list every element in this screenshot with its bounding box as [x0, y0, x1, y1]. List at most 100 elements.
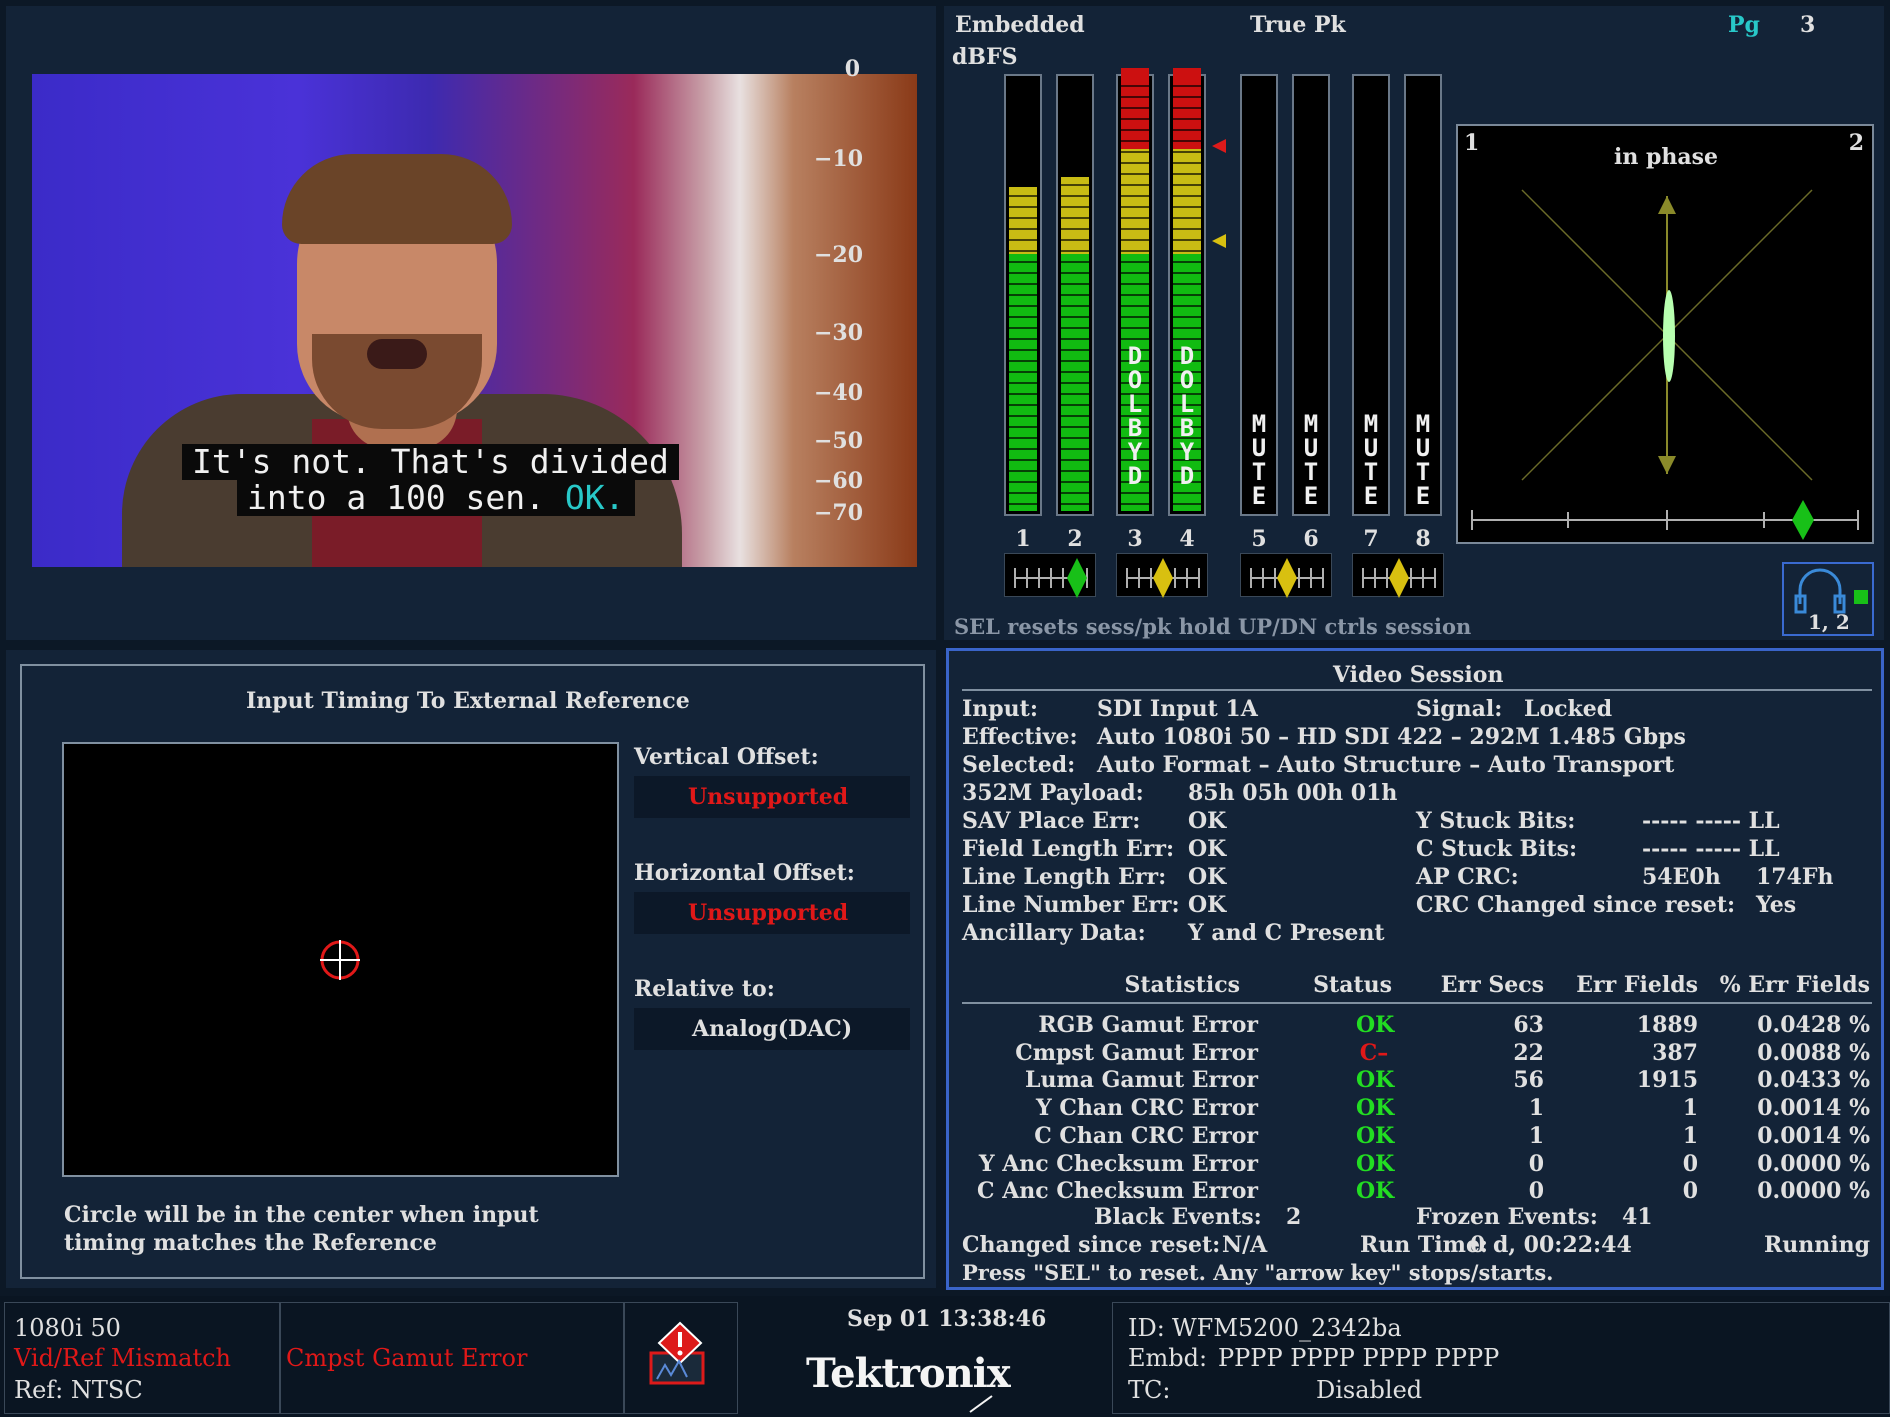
field-length-label: Field Length Err:: [962, 836, 1175, 862]
stat-status: C–: [1359, 1039, 1389, 1066]
dbfs-scale-tick: −10: [814, 146, 864, 172]
headphone-icon: [1794, 568, 1846, 614]
ap-crc-label: AP CRC:: [1416, 864, 1519, 890]
effective-value: Auto 1080i 50 – HD SDI 422 – 292M 1.485 …: [1097, 724, 1686, 750]
video-picture: It's not. That's divided into a 100 sen.…: [32, 74, 917, 567]
stat-name: Y Anc Checksum Error: [978, 1150, 1258, 1177]
headphone-channels: 1, 2: [1808, 610, 1850, 634]
pair-phase-bar: [1116, 553, 1208, 598]
stat-value: 1: [1682, 1095, 1698, 1122]
field-length-value: OK: [1188, 836, 1227, 862]
dolby-label: DOLBYD: [1179, 342, 1195, 490]
stat-value: 0.0000 %: [1757, 1150, 1870, 1177]
c-stuck-value: ----- ----- LL: [1642, 836, 1780, 862]
audio-footer-hint: SEL resets sess/pk hold UP/DN ctrls sess…: [954, 614, 1472, 639]
ancillary-value: Y and C Present: [1188, 920, 1385, 946]
stats-header: Statistics: [1124, 972, 1240, 998]
line-number-value: OK: [1188, 892, 1227, 918]
pair-phase-bar: [1352, 553, 1444, 598]
signal-label: Signal:: [1416, 696, 1503, 722]
channel-number: 3: [1127, 526, 1143, 552]
stat-value: 1: [1528, 1122, 1544, 1149]
vid-ref-mismatch: Vid/Ref Mismatch: [14, 1344, 231, 1372]
dolby-label: DOLBYD: [1127, 342, 1143, 490]
channel-number: 1: [1015, 526, 1031, 552]
audio-meter-8: MUTE: [1404, 74, 1442, 516]
run-time-value: 0 d, 00:22:44: [1470, 1232, 1632, 1258]
session-title: Video Session: [1333, 662, 1504, 688]
date-time: Sep 01 13:38:46: [847, 1306, 1047, 1332]
tc-label: TC:: [1128, 1376, 1171, 1404]
pair-phase-bar: [1240, 553, 1332, 598]
stat-value: 22: [1513, 1039, 1544, 1066]
y-stuck-value: ----- ----- LL: [1642, 808, 1780, 834]
audio-meter-6: MUTE: [1292, 74, 1330, 516]
stat-value: 0: [1528, 1150, 1544, 1177]
audio-meter-2: [1056, 74, 1094, 516]
session-title-rule: [962, 689, 1872, 691]
headphone-button[interactable]: 1, 2: [1782, 562, 1874, 636]
crc-changed-label: CRC Changed since reset:: [1416, 892, 1736, 918]
mute-label: MUTE: [1303, 410, 1319, 510]
dbfs-scale-tick: −60: [814, 468, 864, 494]
alarm-icon: [649, 1321, 705, 1385]
stat-value: 0.0433 %: [1757, 1067, 1870, 1094]
vertical-offset-label: Vertical Offset:: [634, 744, 819, 770]
page-label: Pg: [1728, 12, 1760, 38]
timing-display: [62, 742, 619, 1177]
stats-header: Err Secs: [1440, 972, 1544, 998]
stat-name: C Chan CRC Error: [1034, 1122, 1258, 1149]
channel-number: 8: [1415, 526, 1431, 552]
channel-number: 6: [1303, 526, 1319, 552]
selected-label: Selected:: [962, 752, 1076, 778]
pair-phase-bar: [1004, 553, 1096, 598]
stat-value: 1: [1528, 1095, 1544, 1122]
c-stuck-label: C Stuck Bits:: [1416, 836, 1578, 862]
stat-value: 0.0428 %: [1757, 1012, 1870, 1038]
id-value: WFM5200_2342ba: [1172, 1314, 1402, 1342]
reference-format: Ref: NTSC: [14, 1376, 143, 1404]
relative-to-label: Relative to:: [634, 976, 775, 1002]
audio-meter-3: DOLBYD: [1116, 68, 1154, 516]
audio-meter-4: DOLBYD: [1168, 68, 1206, 516]
stat-name: Y Chan CRC Error: [1036, 1095, 1258, 1122]
tektronix-logo: Tektronix: [806, 1350, 1011, 1397]
timing-circle-icon: [320, 940, 360, 980]
phase-label: in phase: [1614, 144, 1719, 170]
test-level-marker: [1212, 234, 1226, 248]
stat-value: 0.0088 %: [1757, 1039, 1870, 1066]
stat-value: 1915: [1636, 1067, 1698, 1094]
dbfs-scale-tick: −40: [814, 380, 864, 406]
audio-source: Embedded: [955, 12, 1085, 38]
stat-value: 0.0014 %: [1757, 1095, 1870, 1122]
stat-value: 1889: [1636, 1012, 1698, 1038]
headphone-active-indicator: [1854, 590, 1868, 604]
frozen-events-label: Frozen Events:: [1416, 1204, 1598, 1230]
peak-hold-marker: [1212, 139, 1226, 153]
horizontal-offset-label: Horizontal Offset:: [634, 860, 855, 886]
dbfs-scale-tick: 0: [844, 56, 860, 82]
line-length-value: OK: [1188, 864, 1227, 890]
status-box-alarm-icon[interactable]: [624, 1302, 738, 1414]
stat-value: 387: [1652, 1039, 1698, 1066]
dbfs-scale-tick: −50: [814, 428, 864, 454]
caption-line-1: It's not. That's divided: [182, 444, 679, 480]
session-state[interactable]: Running: [1764, 1232, 1870, 1258]
video-format: 1080i 50: [14, 1314, 121, 1342]
audio-meter-1: [1004, 74, 1042, 516]
page-number: 3: [1800, 12, 1816, 38]
sav-value: OK: [1188, 808, 1227, 834]
relative-to-value: Analog(DAC): [634, 1008, 910, 1050]
timing-note-1: Circle will be in the center when input: [64, 1202, 539, 1228]
dbfs-scale-tick: −20: [814, 242, 864, 268]
ap-crc-value-2: 174Fh: [1756, 864, 1834, 890]
stat-status: OK: [1356, 1178, 1395, 1205]
crc-changed-value: Yes: [1756, 892, 1797, 918]
stat-status: OK: [1356, 1122, 1395, 1149]
stats-header: Err Fields: [1576, 972, 1698, 998]
dbfs-scale-tick: −70: [814, 500, 864, 526]
embd-value: PPPP PPPP PPPP PPPP: [1218, 1344, 1500, 1372]
selected-value: Auto Format – Auto Structure – Auto Tran…: [1097, 752, 1675, 778]
mute-label: MUTE: [1363, 410, 1379, 510]
embd-label: Embd:: [1128, 1344, 1208, 1372]
